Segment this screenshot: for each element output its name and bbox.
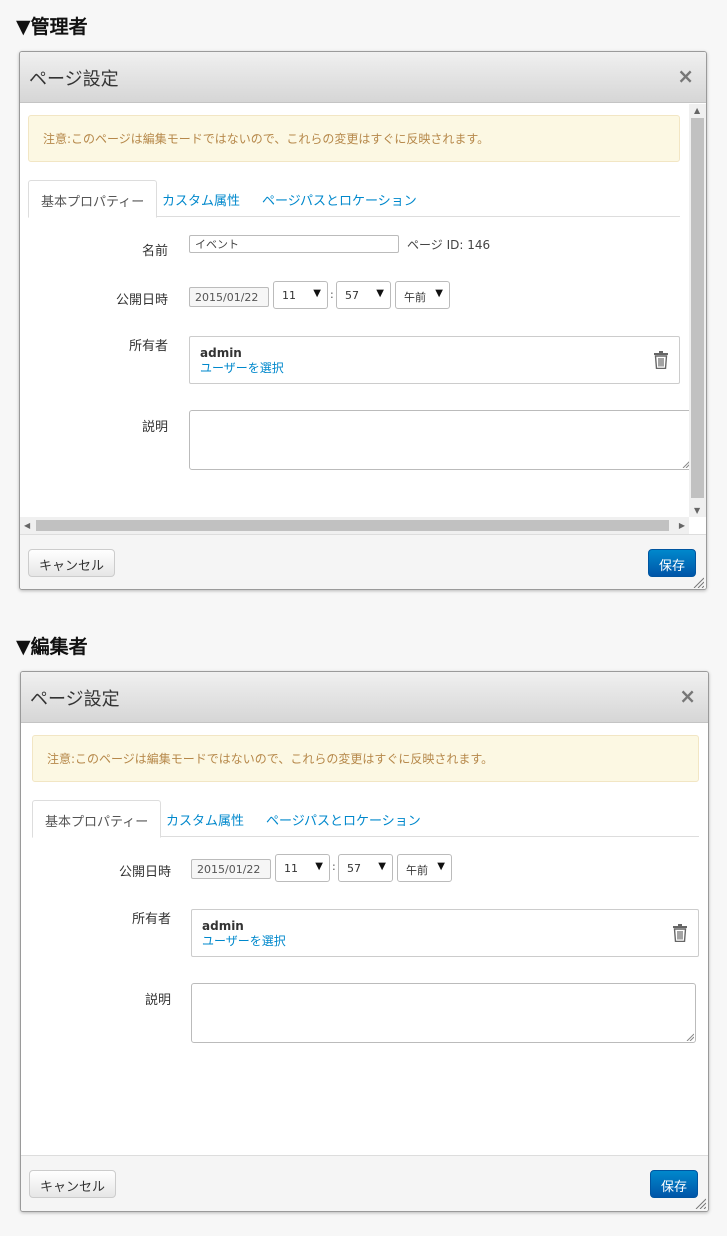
description-textarea[interactable]	[191, 983, 696, 1043]
chevron-down-icon: ▼	[435, 288, 443, 299]
minute-select[interactable]: 57 ▼	[336, 281, 391, 309]
select-user-link[interactable]: ユーザーを選択	[200, 359, 284, 376]
hour-value: 11	[282, 289, 296, 302]
scroll-left-icon[interactable]: ◀	[24, 521, 30, 530]
chevron-down-icon: ▼	[315, 861, 323, 872]
dialog-titlebar: ページ設定 ×	[20, 52, 706, 103]
tab-bar: 基本プロパティー カスタム属性 ページパスとロケーション	[32, 800, 699, 838]
resize-grip-icon[interactable]	[695, 1198, 706, 1209]
notice-alert: 注意:このページは編集モードではないので、これらの変更はすぐに反映されます。	[28, 115, 680, 162]
minute-value: 57	[347, 862, 361, 875]
publish-date-input[interactable]: 2015/01/22	[191, 859, 271, 879]
publish-date-label: 公開日時	[118, 865, 171, 880]
cancel-button[interactable]: キャンセル	[28, 549, 116, 577]
minute-value: 57	[345, 289, 359, 302]
dialog-footer: キャンセル 保存	[20, 534, 706, 589]
save-button[interactable]: 保存	[649, 1170, 698, 1198]
trash-icon[interactable]	[672, 924, 688, 942]
page-settings-dialog-editor: ページ設定 × 注意:このページは編集モードではないので、これらの変更はすぐに反…	[20, 671, 709, 1212]
hour-select[interactable]: 11 ▼	[275, 854, 330, 882]
tab-basic-properties[interactable]: 基本プロパティー	[32, 800, 162, 838]
description-textarea[interactable]	[189, 410, 692, 470]
tab-page-path-location[interactable]: ページパスとロケーション	[250, 180, 429, 217]
tab-basic-properties[interactable]: 基本プロパティー	[28, 180, 158, 218]
owner-box: admin ユーザーを選択	[191, 909, 699, 957]
tab-page-path-location[interactable]: ページパスとロケーション	[254, 800, 433, 837]
save-button[interactable]: 保存	[647, 549, 696, 577]
time-colon: :	[330, 288, 334, 301]
resize-grip-icon	[686, 1033, 694, 1041]
chevron-down-icon: ▼	[313, 288, 321, 299]
page-name-input[interactable]	[189, 235, 399, 253]
scroll-up-icon[interactable]: ▲	[694, 106, 700, 115]
close-icon[interactable]: ×	[679, 686, 696, 706]
description-label: 説明	[141, 420, 168, 435]
ampm-select[interactable]: 午前 ▼	[395, 281, 450, 309]
close-icon[interactable]: ×	[677, 66, 694, 86]
scroll-down-icon[interactable]: ▼	[694, 506, 700, 515]
resize-grip-icon[interactable]	[693, 577, 704, 588]
cancel-button[interactable]: キャンセル	[29, 1170, 117, 1198]
ampm-value: 午前	[406, 864, 428, 877]
chevron-down-icon: ▼	[437, 861, 445, 872]
select-user-link[interactable]: ユーザーを選択	[202, 932, 286, 949]
ampm-select[interactable]: 午前 ▼	[397, 854, 452, 882]
minute-select[interactable]: 57 ▼	[338, 854, 393, 882]
dialog-footer: キャンセル 保存	[21, 1155, 708, 1211]
page-settings-dialog-admin: ページ設定 × 注意:このページは編集モードではないので、これらの変更はすぐに反…	[19, 51, 707, 590]
notice-text: 注意:このページは編集モードではないので、これらの変更はすぐに反映されます。	[43, 132, 490, 146]
tab-bar: 基本プロパティー カスタム属性 ページパスとロケーション	[28, 180, 680, 218]
horizontal-scroll-thumb[interactable]	[36, 520, 669, 531]
vertical-scrollbar[interactable]: ▲ ▼	[689, 104, 706, 517]
page-id-text: ページ ID: 146	[407, 238, 491, 252]
owner-name: admin	[200, 346, 242, 360]
tab-custom-attributes[interactable]: カスタム属性	[154, 800, 256, 837]
hour-value: 11	[284, 862, 298, 875]
owner-label: 所有者	[128, 339, 168, 354]
admin-section-heading: ▼管理者	[16, 16, 88, 38]
scroll-right-icon[interactable]: ▶	[679, 521, 685, 530]
publish-date-input[interactable]: 2015/01/22	[189, 287, 269, 307]
ampm-value: 午前	[404, 291, 426, 304]
notice-text: 注意:このページは編集モードではないので、これらの変更はすぐに反映されます。	[47, 752, 494, 766]
dialog-title: ページ設定	[29, 69, 119, 90]
chevron-down-icon: ▼	[378, 861, 386, 872]
dialog-titlebar: ページ設定 ×	[21, 672, 708, 723]
publish-date-label: 公開日時	[115, 293, 168, 308]
hour-select[interactable]: 11 ▼	[273, 281, 328, 309]
dialog-title: ページ設定	[30, 689, 120, 710]
notice-alert: 注意:このページは編集モードではないので、これらの変更はすぐに反映されます。	[32, 735, 699, 782]
trash-icon[interactable]	[653, 351, 669, 369]
horizontal-scrollbar[interactable]: ◀ ▶	[20, 517, 689, 534]
owner-label: 所有者	[131, 912, 171, 927]
vertical-scroll-thumb[interactable]	[691, 118, 704, 498]
time-colon: :	[332, 860, 336, 873]
owner-box: admin ユーザーを選択	[189, 336, 680, 384]
editor-section-heading: ▼編集者	[16, 636, 88, 658]
chevron-down-icon: ▼	[376, 288, 384, 299]
name-label: 名前	[141, 244, 168, 259]
owner-name: admin	[202, 919, 244, 933]
tab-custom-attributes[interactable]: カスタム属性	[150, 180, 252, 217]
description-label: 説明	[144, 993, 171, 1008]
